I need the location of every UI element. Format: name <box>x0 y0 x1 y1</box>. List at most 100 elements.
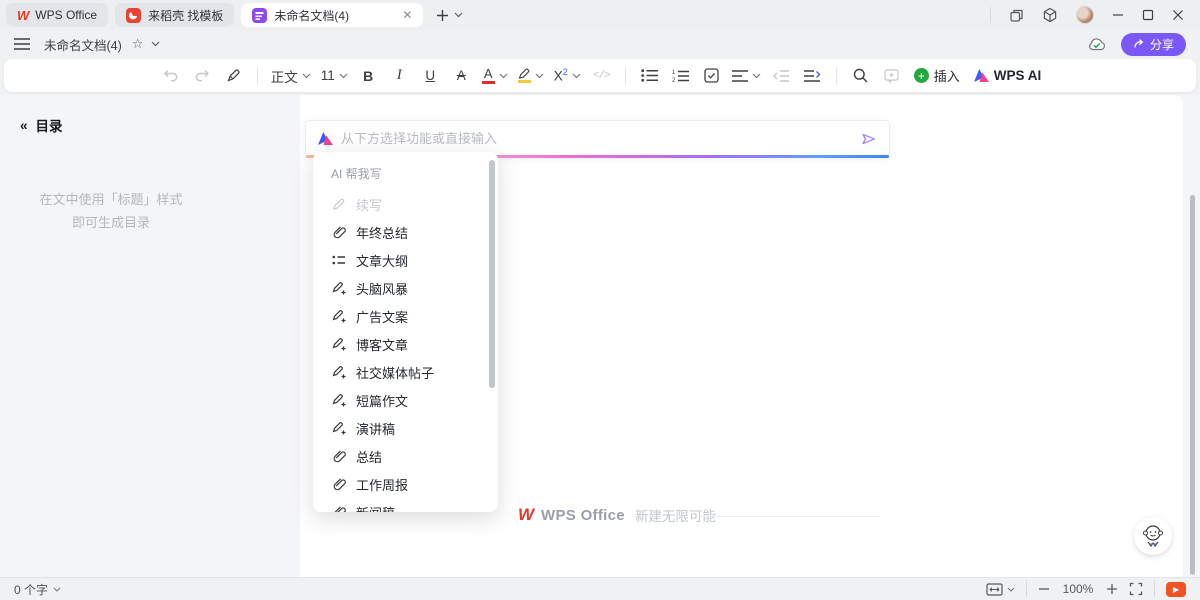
cloud-sync-icon[interactable] <box>1087 36 1107 52</box>
strikethrough-button[interactable]: A <box>449 63 474 89</box>
chevron-down-icon <box>752 73 761 79</box>
favorite-star-icon[interactable]: ☆ <box>132 36 144 52</box>
workspace-cube-icon[interactable] <box>1042 7 1058 23</box>
chevron-down-icon <box>302 73 311 79</box>
training-video-button[interactable]: ▶ <box>1166 582 1186 597</box>
close-tab-icon[interactable]: ✕ <box>402 8 412 22</box>
chevron-down-icon <box>535 73 544 79</box>
collapse-sidebar-icon[interactable]: « <box>20 118 28 133</box>
zoom-level[interactable]: 100% <box>1061 582 1095 596</box>
svg-text:2: 2 <box>672 78 676 83</box>
undo-button[interactable] <box>159 63 184 89</box>
menu-item-label: 短篇作文 <box>356 391 408 410</box>
chevron-down-icon <box>499 73 508 79</box>
paperclip-icon <box>331 477 346 491</box>
code-block-button[interactable]: </> <box>589 63 614 89</box>
highlighter-icon <box>518 68 531 79</box>
toc-hint-line1: 在文中使用「标题」样式 <box>0 188 222 211</box>
hamburger-menu-icon[interactable] <box>14 38 30 50</box>
minimize-button[interactable] <box>1112 9 1124 21</box>
italic-button[interactable]: I <box>387 63 412 89</box>
pen-plus-icon <box>331 365 346 379</box>
wps-ai-button[interactable]: WPS AI <box>974 68 1042 83</box>
comment-button[interactable] <box>879 63 904 89</box>
tab-bar: W WPS Office 来稻壳 找模板 未命名文档(4) ✕ <box>0 0 1200 30</box>
checklist-button[interactable] <box>699 63 724 89</box>
watermark-line <box>700 516 880 517</box>
title-row: 未命名文档(4) ☆ 分享 <box>0 30 1200 58</box>
underline-button[interactable]: U <box>418 63 443 89</box>
menu-item-ad-copy[interactable]: 广告文案 <box>313 302 498 330</box>
ai-prompt-input[interactable] <box>341 131 853 146</box>
zoom-in-button[interactable] <box>1106 583 1118 595</box>
menu-item-speech-draft[interactable]: 演讲稿 <box>313 414 498 442</box>
toc-sidebar: « 目录 在文中使用「标题」样式 即可生成目录 <box>0 95 300 577</box>
insert-button[interactable]: + 插入 <box>914 66 960 85</box>
assistant-mascot[interactable] <box>1134 517 1172 555</box>
paperclip-icon <box>331 505 346 512</box>
word-count-button[interactable]: 0 个字 <box>14 581 61 598</box>
fullscreen-button[interactable] <box>1129 582 1143 596</box>
redo-button[interactable] <box>190 63 215 89</box>
bullet-list-button[interactable] <box>637 63 662 89</box>
multi-window-icon[interactable] <box>1009 8 1024 23</box>
new-tab-chevron-icon[interactable] <box>454 12 463 18</box>
share-label: 分享 <box>1150 36 1174 53</box>
menu-item-label: 总结 <box>356 447 382 466</box>
menu-item-social-media-post[interactable]: 社交媒体帖子 <box>313 358 498 386</box>
maximize-button[interactable] <box>1142 9 1154 21</box>
increase-indent-button[interactable] <box>800 63 825 89</box>
svg-text:1: 1 <box>672 70 676 76</box>
document-canvas[interactable]: AI 帮我写 续写 年终总结 文章大纲 头脑风暴 广告文案 <box>300 95 1183 577</box>
font-size-select[interactable]: 11 <box>319 63 350 89</box>
menu-item-label: 工作周报 <box>356 475 408 494</box>
menu-item-summary[interactable]: 总结 <box>313 442 498 470</box>
alignment-button[interactable] <box>730 63 763 89</box>
word-count-label: 0 个字 <box>14 581 48 598</box>
title-chevron-icon[interactable] <box>151 41 160 47</box>
pen-icon <box>331 197 346 211</box>
user-avatar[interactable] <box>1076 6 1094 24</box>
superscript-button[interactable]: X2 <box>552 63 583 89</box>
numbered-list-button[interactable]: 12 <box>668 63 693 89</box>
chevron-down-icon <box>1007 587 1015 592</box>
new-tab-button[interactable] <box>436 9 449 22</box>
vertical-scrollbar-thumb[interactable] <box>1190 195 1195 575</box>
tab-untitled-document[interactable]: 未命名文档(4) ✕ <box>241 3 423 27</box>
zoom-out-button[interactable] <box>1038 583 1050 595</box>
font-color-button[interactable]: A <box>480 63 510 89</box>
decrease-indent-button[interactable] <box>769 63 794 89</box>
menu-item-year-end-summary[interactable]: 年终总结 <box>313 218 498 246</box>
highlight-color-button[interactable] <box>516 63 546 89</box>
watermark-brand: WPS Office <box>541 507 625 524</box>
send-icon[interactable] <box>861 132 877 146</box>
menu-item-brainstorm[interactable]: 头脑风暴 <box>313 274 498 302</box>
share-button[interactable]: 分享 <box>1121 33 1186 56</box>
menu-item-press-release[interactable]: 新闻稿 <box>313 498 498 512</box>
tab-docer-templates[interactable]: 来稻壳 找模板 <box>115 3 234 27</box>
menu-item-article-outline[interactable]: 文章大纲 <box>313 246 498 274</box>
menu-item-label: 新闻稿 <box>356 503 395 513</box>
mascot-doodle-icon <box>1138 521 1168 551</box>
menu-item-weekly-work-report[interactable]: 工作周报 <box>313 470 498 498</box>
search-button[interactable] <box>848 63 873 89</box>
pen-plus-icon <box>331 393 346 407</box>
font-size-value: 11 <box>321 68 335 83</box>
menu-item-short-essay[interactable]: 短篇作文 <box>313 386 498 414</box>
wps-ai-logo-icon <box>318 132 333 145</box>
paragraph-style-select[interactable]: 正文 <box>269 63 313 89</box>
menu-item-continue-writing[interactable]: 续写 <box>313 190 498 218</box>
tab-wps-home[interactable]: W WPS Office <box>6 3 108 27</box>
close-window-button[interactable] <box>1172 9 1184 21</box>
watermark-slogan: 新建无限可能 <box>635 505 716 525</box>
toc-empty-hint: 在文中使用「标题」样式 即可生成目录 <box>0 188 222 234</box>
document-title: 未命名文档(4) <box>44 35 122 54</box>
superscript-base: X <box>554 68 563 83</box>
menu-item-label: 演讲稿 <box>356 419 395 438</box>
page-fit-button[interactable] <box>986 583 1015 596</box>
menu-scrollbar-thumb[interactable] <box>489 160 495 388</box>
font-color-swatch <box>482 81 495 84</box>
bold-button[interactable]: B <box>356 63 381 89</box>
format-painter-button[interactable] <box>221 63 246 89</box>
menu-item-blog-post[interactable]: 博客文章 <box>313 330 498 358</box>
